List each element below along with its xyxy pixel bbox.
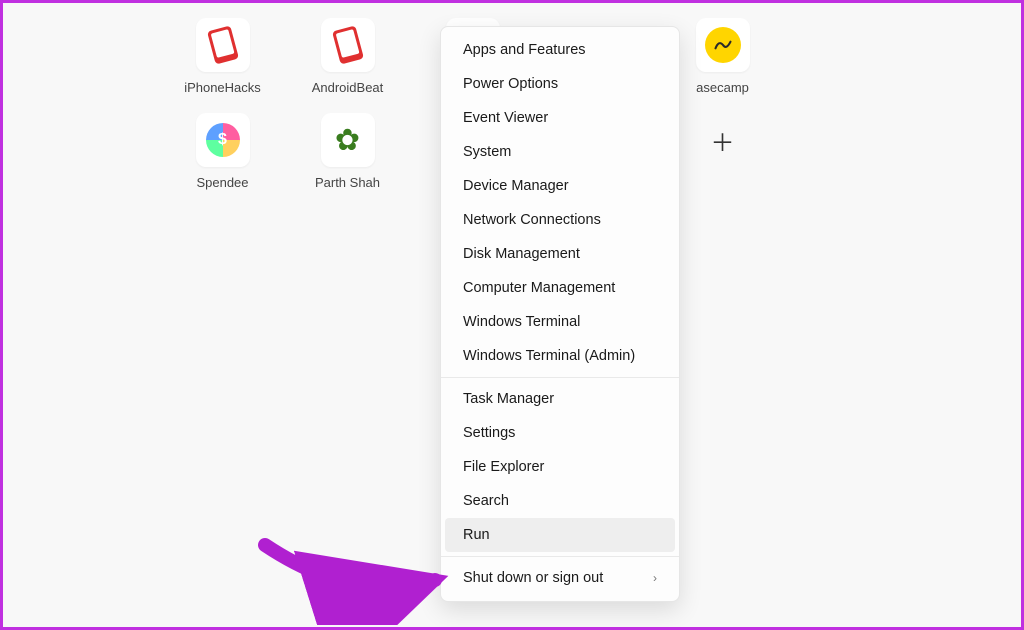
app-label: Parth Shah (315, 175, 380, 190)
menu-label: Search (463, 493, 509, 509)
menu-windows-terminal[interactable]: Windows Terminal (441, 305, 679, 339)
menu-device-manager[interactable]: Device Manager (441, 169, 679, 203)
menu-label: Event Viewer (463, 110, 548, 126)
menu-run[interactable]: Run (445, 518, 675, 552)
app-label: Spendee (196, 175, 248, 190)
menu-label: Windows Terminal (Admin) (463, 348, 635, 364)
menu-label: Run (463, 527, 490, 543)
menu-settings[interactable]: Settings (441, 416, 679, 450)
app-label: AndroidBeat (312, 80, 384, 95)
chevron-right-icon: › (653, 571, 657, 585)
androidbeat-icon (321, 18, 375, 72)
menu-shut-down-or-sign-out[interactable]: Shut down or sign out › (441, 561, 679, 595)
menu-label: Computer Management (463, 280, 615, 296)
leaf-icon: ✿ (321, 113, 375, 167)
menu-separator (441, 556, 679, 557)
menu-search[interactable]: Search (441, 484, 679, 518)
menu-label: Disk Management (463, 246, 580, 262)
menu-label: Network Connections (463, 212, 601, 228)
app-tile-parth-shah[interactable]: ✿ Parth Shah (285, 113, 410, 190)
menu-label: Task Manager (463, 391, 554, 407)
menu-disk-management[interactable]: Disk Management (441, 237, 679, 271)
basecamp-icon (696, 18, 750, 72)
menu-apps-and-features[interactable]: Apps and Features (441, 33, 679, 67)
menu-label: Power Options (463, 76, 558, 92)
menu-windows-terminal-admin[interactable]: Windows Terminal (Admin) (441, 339, 679, 373)
spendee-icon (196, 113, 250, 167)
menu-power-options[interactable]: Power Options (441, 67, 679, 101)
menu-label: Shut down or sign out (463, 570, 603, 586)
annotation-arrow (255, 535, 455, 625)
menu-system[interactable]: System (441, 135, 679, 169)
menu-label: Apps and Features (463, 42, 586, 58)
menu-label: Device Manager (463, 178, 569, 194)
plus-icon: ＋ (696, 113, 750, 167)
menu-file-explorer[interactable]: File Explorer (441, 450, 679, 484)
menu-task-manager[interactable]: Task Manager (441, 382, 679, 416)
app-tile-androidbeat[interactable]: AndroidBeat (285, 18, 410, 95)
winx-context-menu: Apps and Features Power Options Event Vi… (440, 26, 680, 602)
menu-label: File Explorer (463, 459, 544, 475)
menu-network-connections[interactable]: Network Connections (441, 203, 679, 237)
app-tile-spendee[interactable]: Spendee (160, 113, 285, 190)
menu-computer-management[interactable]: Computer Management (441, 271, 679, 305)
menu-separator (441, 377, 679, 378)
menu-label: System (463, 144, 511, 160)
iphonehacks-icon (196, 18, 250, 72)
app-label: asecamp (696, 80, 749, 95)
menu-event-viewer[interactable]: Event Viewer (441, 101, 679, 135)
app-label: iPhoneHacks (184, 80, 261, 95)
menu-label: Windows Terminal (463, 314, 580, 330)
app-tile-iphonehacks[interactable]: iPhoneHacks (160, 18, 285, 95)
menu-label: Settings (463, 425, 515, 441)
